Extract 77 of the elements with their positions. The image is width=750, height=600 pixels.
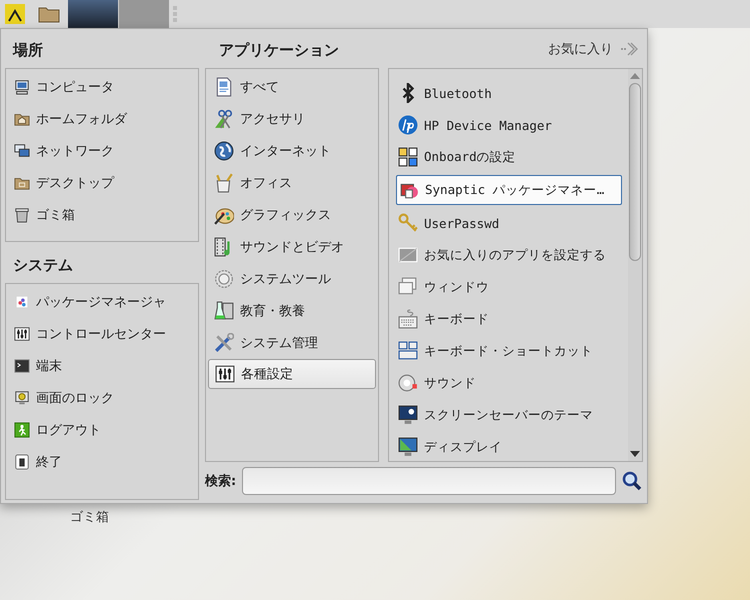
app-item[interactable]: Synaptic パッケージマネー… <box>396 175 622 205</box>
document-icon <box>214 77 234 97</box>
display-icon <box>398 437 418 457</box>
chevron-icon <box>619 40 639 56</box>
category-item[interactable]: 各種設定 <box>208 359 376 389</box>
category-item[interactable]: システムツール <box>208 263 376 295</box>
cup-icon <box>214 173 234 193</box>
app-item[interactable]: お気に入りのアプリを設定する <box>396 239 622 271</box>
system-item[interactable]: コントロールセンター <box>6 318 198 350</box>
sliders-icon <box>14 326 30 342</box>
category-item[interactable]: 教育・教養 <box>208 295 376 327</box>
tools-icon <box>214 333 234 353</box>
place-item[interactable]: デスクトップ <box>6 167 198 199</box>
lock-screen-icon <box>14 390 30 406</box>
launcher-icon[interactable] <box>4 3 26 25</box>
app-item[interactable]: UserPasswd <box>396 207 622 239</box>
app-item[interactable]: スクリーンセーバーのテーマ <box>396 399 622 431</box>
category-item[interactable]: オフィス <box>208 167 376 199</box>
window-icon <box>398 245 418 265</box>
network-icon <box>14 143 30 159</box>
scroll-down-icon[interactable] <box>630 451 640 457</box>
trash-icon <box>14 207 30 223</box>
search-label: 検索: <box>205 472 236 490</box>
place-item[interactable]: コンピュータ <box>6 71 198 103</box>
system-item[interactable]: ログアウト <box>6 414 198 446</box>
scissors-icon <box>214 109 234 129</box>
computer-icon <box>14 79 30 95</box>
category-item[interactable]: システム管理 <box>208 327 376 359</box>
favorites-link[interactable]: お気に入り <box>544 40 643 58</box>
speaker-icon <box>398 373 418 393</box>
keyboard-grid-icon <box>398 147 418 167</box>
category-item[interactable]: グラフィックス <box>208 199 376 231</box>
app-item[interactable]: ディスプレイ <box>396 431 622 463</box>
home-folder-icon <box>14 111 30 127</box>
gear-icon <box>214 269 234 289</box>
search-field[interactable] <box>242 467 616 495</box>
app-item[interactable]: サウンド <box>396 367 622 399</box>
package-icon <box>14 294 30 310</box>
windows-icon <box>398 277 418 297</box>
exit-icon <box>14 422 30 438</box>
section-heading: システム <box>12 255 74 276</box>
globe-icon <box>214 141 234 161</box>
category-item[interactable]: サウンドとビデオ <box>208 231 376 263</box>
folder-icon <box>14 175 30 191</box>
terminal-icon <box>14 358 30 374</box>
category-item[interactable]: インターネット <box>208 135 376 167</box>
app-item[interactable]: キーボード <box>396 303 622 335</box>
scrollbar-thumb[interactable] <box>629 83 641 261</box>
app-item[interactable]: キーボード・ショートカット <box>396 335 622 367</box>
place-item[interactable]: ホームフォルダ <box>6 103 198 135</box>
hp-logo-icon <box>398 115 418 135</box>
place-item[interactable]: ネットワーク <box>6 135 198 167</box>
power-icon <box>14 454 30 470</box>
app-item[interactable]: HP Device Manager <box>396 109 622 141</box>
category-item[interactable]: すべて <box>208 71 376 103</box>
system-item[interactable]: 画面のロック <box>6 382 198 414</box>
place-item[interactable]: ゴミ箱 <box>6 199 198 231</box>
section-heading: アプリケーション <box>218 40 339 61</box>
scroll-up-icon[interactable] <box>630 73 640 79</box>
section-heading: 場所 <box>12 40 44 61</box>
app-item[interactable]: Bluetooth <box>396 77 622 109</box>
taskbar-window-button[interactable] <box>68 0 118 28</box>
category-item[interactable]: アクセサリ <box>208 103 376 135</box>
system-item[interactable]: 終了 <box>6 446 198 478</box>
keyboard-icon <box>398 309 418 329</box>
desktop-icon-label[interactable]: ゴミ箱 <box>70 510 109 525</box>
scrollbar[interactable] <box>628 69 642 461</box>
sliders-icon <box>215 364 235 384</box>
system-item[interactable]: パッケージマネージャ <box>6 286 198 318</box>
app-item[interactable]: ウィンドウ <box>396 271 622 303</box>
shortcut-icon <box>398 341 418 361</box>
app-item[interactable]: Onboardの設定 <box>396 141 622 173</box>
keys-icon <box>398 213 418 233</box>
search-icon[interactable] <box>622 471 642 491</box>
flask-icon <box>214 301 234 321</box>
monitor-icon <box>398 405 418 425</box>
system-item[interactable]: 端末 <box>6 350 198 382</box>
